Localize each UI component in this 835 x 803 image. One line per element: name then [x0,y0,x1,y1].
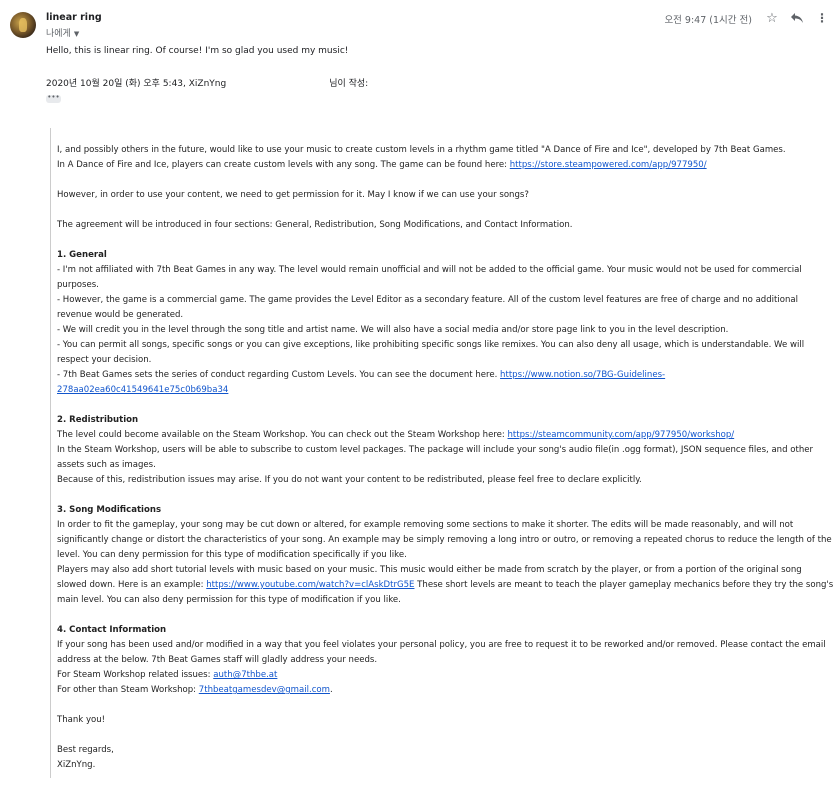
avatar[interactable] [10,12,36,38]
auth-email-link[interactable]: auth@7thbe.at [213,670,277,680]
intro-line-2: In A Dance of Fire and Ice, players can … [57,160,707,170]
regards-line: Best regards, [57,745,114,755]
section-general-title: 1. General [57,250,107,260]
star-icon[interactable]: ☆ [764,10,780,26]
sender-name[interactable]: linear ring [46,12,102,23]
contact-line-3: For other than Steam Workshop: 7thbeatga… [57,685,333,695]
contact-line-1: If your song has been used and/or modifi… [57,640,829,665]
redistribution-line-3: Because of this, redistribution issues m… [57,475,642,485]
reply-icon[interactable] [789,10,805,26]
section-modifications-title: 3. Song Modifications [57,505,162,515]
dev-email-link[interactable]: 7thbeatgamesdev@gmail.com [199,685,330,695]
contact-line-2: For Steam Workshop related issues: auth@… [57,670,278,680]
signature-line: XiZnYng. [57,760,96,770]
show-trimmed-content-button[interactable]: ••• [46,94,61,103]
recipient-label: 나에게 [46,29,71,39]
modifications-line-2: Players may also add short tutorial leve… [57,565,834,605]
workshop-link[interactable]: https://steamcommunity.com/app/977950/wo… [508,430,735,440]
store-link[interactable]: https://store.steampowered.com/app/97795… [510,160,707,170]
agreement-line: The agreement will be introduced in four… [57,220,573,230]
modifications-line-1: In order to fit the gameplay, your song … [57,520,835,560]
quoted-message-body: I, and possibly others in the future, wo… [57,128,834,803]
more-vert-icon[interactable]: ⋮ [814,10,830,26]
timestamp: 오전 9:47 (1시간 전) [664,15,752,26]
general-line-4: - You can permit all songs, specific son… [57,340,807,365]
recipient-dropdown[interactable]: 나에게 ▼ [46,26,79,39]
general-line-5: - 7th Beat Games sets the series of cond… [57,370,666,395]
redistribution-line-1: The level could become available on the … [57,430,735,440]
quoted-message: I, and possibly others in the future, wo… [50,128,835,778]
permission-line: However, in order to use your content, w… [57,190,529,200]
reply-text: Hello, this is linear ring. Of course! I… [46,46,349,56]
redistribution-line-2: In the Steam Workshop, users will be abl… [57,445,816,470]
quote-attribution: 2020년 10월 20일 (화) 오후 5:43, XiZnYng 님이 작성… [46,79,369,89]
general-line-1: - I'm not affiliated with 7th Beat Games… [57,265,805,290]
intro-line-1: I, and possibly others in the future, wo… [57,145,786,155]
section-contact-title: 4. Contact Information [57,625,167,635]
general-line-2: - However, the game is a commercial game… [57,295,801,320]
youtube-link[interactable]: https://www.youtube.com/watch?v=clAskDtr… [206,580,414,590]
section-redistribution-title: 2. Redistribution [57,415,139,425]
thanks-line: Thank you! [57,715,106,725]
chevron-down-icon: ▼ [73,30,80,38]
general-line-3: - We will credit you in the level throug… [57,325,729,335]
